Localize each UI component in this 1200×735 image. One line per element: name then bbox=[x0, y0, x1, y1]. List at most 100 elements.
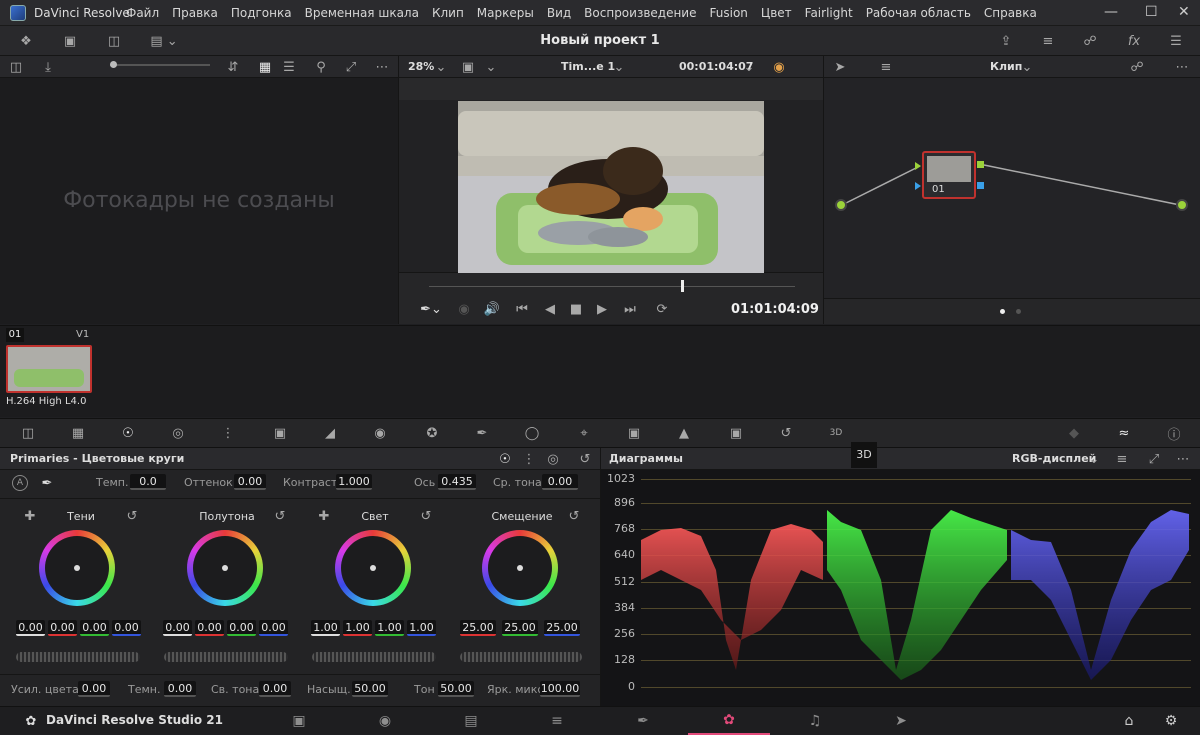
menu-fusion[interactable]: Fusion bbox=[710, 6, 748, 20]
node-output-port[interactable] bbox=[1176, 199, 1188, 211]
auto-balance-icon[interactable]: A bbox=[12, 475, 28, 491]
reverse-icon[interactable]: ◀ bbox=[541, 300, 559, 318]
rgb-mixer-icon[interactable]: ⋮ bbox=[216, 424, 240, 442]
share-icon[interactable]: ⇪ bbox=[996, 32, 1016, 50]
fx-icon[interactable]: fx bbox=[1124, 32, 1144, 50]
menu-timeline[interactable]: Временная шкала bbox=[305, 6, 419, 20]
3d-icon[interactable]: 3D bbox=[824, 424, 848, 442]
node-layout-icon[interactable]: ≡ bbox=[878, 58, 894, 76]
node-01[interactable]: 01 bbox=[922, 151, 976, 199]
fusion-page-icon[interactable]: ≡ bbox=[532, 707, 582, 735]
wheels-mode-icon[interactable]: ☉ bbox=[496, 450, 514, 468]
info-icon[interactable]: ⓘ bbox=[1162, 424, 1186, 443]
stop-icon[interactable]: ■ bbox=[567, 300, 585, 318]
reset-icon[interactable]: ↺ bbox=[272, 508, 288, 524]
eyedropper-icon[interactable]: ✒⌄ bbox=[415, 300, 447, 318]
color-page-icon[interactable]: ✿ bbox=[688, 707, 770, 735]
warper-grid-icon[interactable]: ✪ bbox=[420, 424, 444, 442]
node-key-input-icon[interactable] bbox=[915, 182, 921, 190]
menu-file[interactable]: Файл bbox=[126, 6, 159, 20]
more-icon[interactable]: ⋯ bbox=[1172, 58, 1192, 76]
sort-icon[interactable]: ⇵ bbox=[224, 58, 242, 76]
contrast-field[interactable]: 1.000 bbox=[336, 474, 372, 490]
sizing-icon[interactable]: ↺ bbox=[774, 424, 798, 442]
node-key-output-icon[interactable] bbox=[977, 182, 984, 189]
chevron-down-icon[interactable]: ⌄ bbox=[1087, 450, 1101, 468]
more-icon[interactable]: ⋯ bbox=[372, 58, 392, 76]
magic-mask-icon[interactable]: ▣ bbox=[622, 424, 646, 442]
shadows-field[interactable]: 0.00 bbox=[164, 681, 196, 697]
edit-page-icon[interactable]: ▤ bbox=[446, 707, 496, 735]
scope-mode[interactable]: RGB-дисплей bbox=[1012, 452, 1096, 465]
scrubber-track[interactable] bbox=[429, 286, 795, 287]
reset-icon[interactable]: ↺ bbox=[418, 508, 434, 524]
shadows-b[interactable]: 0.00 bbox=[112, 620, 141, 636]
skip-back-icon[interactable]: ⏮ bbox=[513, 300, 531, 318]
scopes-icon[interactable]: ≈ bbox=[1112, 424, 1136, 442]
pivot-field[interactable]: 0.435 bbox=[438, 474, 476, 490]
zoom-slider-handle[interactable] bbox=[110, 61, 117, 68]
offset-g[interactable]: 25.00 bbox=[502, 620, 538, 636]
fairlight-page-icon[interactable]: ♫ bbox=[790, 707, 840, 735]
lum-mix-field[interactable]: 100.00 bbox=[540, 681, 580, 697]
close-icon[interactable]: ✕ bbox=[1178, 4, 1190, 20]
highlights-r[interactable]: 1.00 bbox=[343, 620, 372, 636]
color-boost-field[interactable]: 0.00 bbox=[78, 681, 110, 697]
skip-forward-icon[interactable]: ⏭ bbox=[621, 300, 639, 318]
menu-clip[interactable]: Клип bbox=[432, 6, 464, 20]
offset-b[interactable]: 25.00 bbox=[544, 620, 580, 636]
midtones-b[interactable]: 0.00 bbox=[259, 620, 288, 636]
color-match-icon[interactable]: ▦ bbox=[66, 424, 90, 442]
midtone-field[interactable]: 0.00 bbox=[542, 474, 578, 490]
volume-icon[interactable]: 🔊 bbox=[483, 300, 501, 318]
pointer-icon[interactable]: ➤ bbox=[832, 58, 848, 76]
mixer-icon[interactable]: ≡ bbox=[1038, 32, 1058, 50]
camera-raw-icon[interactable]: ◫ bbox=[16, 424, 40, 442]
key-icon[interactable]: ▣ bbox=[724, 424, 748, 442]
more-icon[interactable]: ⋯ bbox=[1173, 450, 1193, 468]
log-mode-icon[interactable]: ◎ bbox=[544, 450, 562, 468]
fullscreen-icon[interactable]: ⤢ bbox=[342, 58, 360, 76]
node-rgb-input-icon[interactable] bbox=[915, 162, 921, 170]
shadows-g[interactable]: 0.00 bbox=[80, 620, 109, 636]
blur-icon[interactable]: ▲ bbox=[672, 424, 696, 442]
shadows-r[interactable]: 0.00 bbox=[48, 620, 77, 636]
zoom-level[interactable]: 28% bbox=[408, 60, 434, 73]
highlights-field[interactable]: 0.00 bbox=[259, 681, 291, 697]
import-icon[interactable]: ⤓ bbox=[40, 58, 56, 76]
chevron-down-icon[interactable]: ⌄ bbox=[1020, 58, 1034, 76]
viewer-mode-icon[interactable]: ▣ bbox=[458, 58, 478, 76]
highlights-y[interactable]: 1.00 bbox=[311, 620, 340, 636]
grid-view-icon[interactable]: ▦ bbox=[256, 58, 274, 76]
maximize-icon[interactable]: ☐ bbox=[1145, 4, 1158, 20]
menu-color[interactable]: Цвет bbox=[761, 6, 792, 20]
page-dot[interactable] bbox=[1016, 309, 1021, 314]
layers-icon[interactable]: ◉ bbox=[455, 300, 473, 318]
qualifier-icon[interactable]: ✒ bbox=[470, 424, 494, 442]
midtones-y[interactable]: 0.00 bbox=[163, 620, 192, 636]
menu-edit[interactable]: Правка bbox=[172, 6, 218, 20]
window-icon[interactable]: ◯ bbox=[520, 424, 544, 442]
tint-field[interactable]: 0.00 bbox=[234, 474, 266, 490]
color-warper-icon[interactable]: ◉ bbox=[368, 424, 392, 442]
media-page-icon[interactable]: ▣ bbox=[274, 707, 324, 735]
bars-mode-icon[interactable]: ⋮ bbox=[520, 450, 538, 468]
shadows-master-jog[interactable] bbox=[16, 652, 140, 662]
offset-master-jog[interactable] bbox=[460, 652, 582, 662]
fusion-fx-icon[interactable]: ✒ bbox=[618, 707, 668, 735]
temp-field[interactable]: 0.0 bbox=[130, 474, 166, 490]
shadows-y[interactable]: 0.00 bbox=[16, 620, 45, 636]
expand-icon[interactable]: ⤢ bbox=[1145, 450, 1163, 468]
midtones-g[interactable]: 0.00 bbox=[227, 620, 256, 636]
menu-fairlight[interactable]: Fairlight bbox=[805, 6, 853, 20]
scope-settings-icon[interactable]: ≡ bbox=[1113, 450, 1131, 468]
curves-icon[interactable]: ◢ bbox=[318, 424, 342, 442]
list-view-icon[interactable]: ☰ bbox=[280, 58, 298, 76]
chevron-down-icon[interactable]: ⌄ bbox=[742, 58, 756, 76]
sat-field[interactable]: 50.00 bbox=[352, 681, 388, 697]
shadows-wheel[interactable] bbox=[39, 530, 115, 606]
clip-thumbnail[interactable] bbox=[6, 345, 92, 393]
zoom-slider[interactable] bbox=[110, 64, 210, 66]
deliver-page-icon[interactable]: ➤ bbox=[876, 707, 926, 735]
reset-icon[interactable]: ↺ bbox=[124, 508, 140, 524]
